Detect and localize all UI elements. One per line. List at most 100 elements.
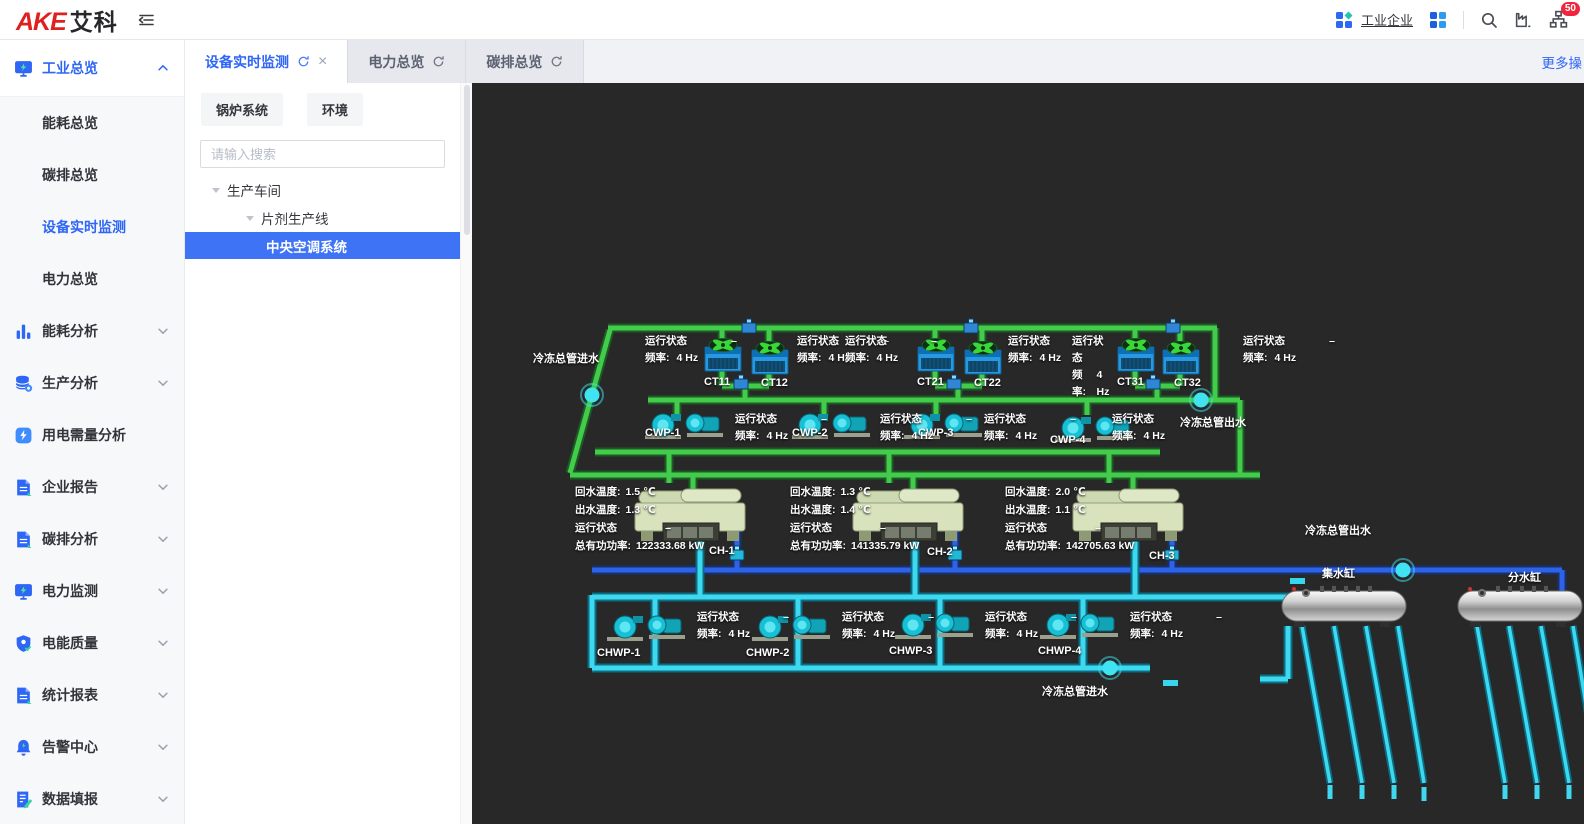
device-tree: 生产车间 片剂生产线 中央空调系统 (185, 176, 460, 259)
org-chart-icon[interactable]: 50 (1549, 2, 1580, 29)
sidebar-item-label: 告警中心 (42, 739, 98, 755)
monitor-icon (14, 582, 33, 601)
status-label: 运行状态 (985, 611, 1027, 623)
scada-canvas: CT11 CT12 CT21 CT22 CT31 CT32 运行状态 – 频率: 4… (472, 83, 1584, 824)
return-temp-label: 回水温度: (575, 486, 621, 498)
sidebar-item-label: 电力总览 (42, 271, 98, 287)
search-input[interactable] (200, 140, 445, 168)
refresh-icon[interactable] (432, 55, 445, 68)
close-tab-icon[interactable]: × (318, 53, 327, 70)
status-block-cwp2: 运行状态 – 频率: 4 Hz (880, 411, 972, 445)
pipe-label-outlet-green: 冷冻总管出水 (1180, 417, 1246, 429)
freq-value: 4 Hz (1143, 430, 1166, 442)
sidebar-item-industry-overview[interactable]: 工业总览 (0, 40, 184, 97)
tank-pipe-stubs (1327, 785, 1572, 801)
sidebar-item-power-demand-analysis[interactable]: 用电需量分析 (0, 409, 184, 461)
bell-icon (14, 738, 33, 757)
sidebar-item-energy-overview[interactable]: 能耗总览 (0, 97, 184, 149)
chevron-up-icon (156, 61, 170, 75)
sidebar-item-power-monitoring[interactable]: 电力监测 (0, 565, 184, 617)
factory-icon[interactable] (1514, 10, 1533, 29)
freq-label: 频率: (797, 352, 822, 364)
caret-down-icon (246, 215, 254, 221)
status-value: – (1071, 611, 1077, 623)
equipment-id: CT31 (1117, 376, 1144, 388)
tab-device-monitor[interactable]: 设备实时监测 × (185, 40, 349, 83)
equipment-id: CT21 (917, 376, 944, 388)
sidebar-item-production-analysis[interactable]: 生产分析 (0, 357, 184, 409)
document-icon (14, 686, 33, 705)
sidebar-item-statistical-reports[interactable]: 统计报表 (0, 669, 184, 721)
status-block-chwp1: 运行状态 – 频率: 4 Hz (697, 609, 789, 643)
status-label: 运行状态 (842, 611, 884, 623)
sidebar-item-power-overview[interactable]: 电力总览 (0, 253, 184, 305)
modules-grid-icon[interactable] (1429, 11, 1447, 29)
tab-label: 电力总览 (368, 53, 425, 70)
freq-label: 频率: (985, 628, 1010, 640)
chip-environment[interactable]: 环境 (307, 93, 364, 126)
freq-label: 频率: (1072, 369, 1086, 398)
status-label: 运行状态 (790, 522, 832, 534)
supply-temp-value: 1.3 ℃ (625, 504, 656, 516)
scrollbar-thumb[interactable] (463, 85, 470, 235)
sidebar-item-label: 能耗分析 (42, 323, 98, 339)
document-icon (14, 530, 33, 549)
sidebar-item-energy-analysis[interactable]: 能耗分析 (0, 305, 184, 357)
status-block-chwp4: 运行状态 – 频率: 4 Hz (1130, 609, 1222, 643)
cooling-tower-ct12[interactable]: CT12 (747, 336, 793, 389)
equipment-id: CHWP-1 (597, 647, 641, 659)
sidebar-item-label: 生产分析 (42, 375, 98, 391)
pipe-network (565, 318, 1584, 801)
chip-boiler-system[interactable]: 锅炉系统 (201, 93, 284, 126)
shield-icon (14, 634, 33, 653)
tree-node-tablet-line[interactable]: 片剂生产线 (185, 204, 460, 232)
sidebar-item-power-quality[interactable]: 电能质量 (0, 617, 184, 669)
sidebar-item-data-entry[interactable]: 数据填报 (0, 773, 184, 824)
sidebar-item-carbon-overview[interactable]: 碳排总览 (0, 149, 184, 201)
more-actions-link[interactable]: 更多操 (1542, 40, 1583, 83)
search-icon[interactable] (1480, 11, 1498, 29)
enterprise-link[interactable]: 工业企业 (1361, 10, 1413, 29)
distributor-tank[interactable] (1456, 583, 1584, 636)
sidebar-item-carbon-analysis[interactable]: 碳排分析 (0, 513, 184, 565)
return-temp-label: 回水温度: (790, 486, 836, 498)
power-value: 141335.79 kW (851, 540, 920, 552)
tab-carbon-overview[interactable]: 碳排总览 (466, 40, 585, 83)
cooling-tower-ct31[interactable]: CT31 (1113, 333, 1159, 388)
pipe-label-outlet-blue: 冷冻总管出水 (1305, 525, 1371, 537)
supply-temp-label: 出水温度: (790, 504, 836, 516)
cooling-tower-icon (1117, 338, 1155, 372)
tree-node-hvac-selected[interactable]: 中央空调系统 (185, 232, 460, 259)
tree-node-workshop[interactable]: 生产车间 (185, 176, 460, 204)
status-label: 运行状态 (1005, 522, 1047, 534)
freq-value: 4 Hz (876, 352, 899, 364)
return-temp-value: 1.3 ℃ (840, 486, 871, 498)
status-value: – (928, 611, 934, 623)
collector-tank[interactable] (1280, 583, 1408, 636)
status-value: – (1216, 611, 1222, 623)
freq-label: 频率: (880, 430, 905, 442)
status-value: – (931, 335, 937, 347)
refresh-icon[interactable] (297, 55, 310, 68)
sidebar-item-device-monitor[interactable]: 设备实时监测 (0, 201, 184, 253)
collapse-sidebar-icon[interactable] (136, 10, 156, 30)
tab-power-overview[interactable]: 电力总览 (348, 40, 467, 83)
sidebar-item-enterprise-report[interactable]: 企业报告 (0, 461, 184, 513)
status-block-chwp3: 运行状态 – 频率: 4 Hz (985, 609, 1077, 643)
pump-chwp-1[interactable]: CHWP-1 (597, 607, 689, 659)
refresh-icon[interactable] (550, 55, 563, 68)
cooling-tower-ct22[interactable]: CT22 (960, 336, 1006, 389)
sidebar-item-alarm-center[interactable]: 告警中心 (0, 721, 184, 773)
sidebar-item-label: 企业报告 (42, 479, 98, 495)
enterprise-apps-grid-icon[interactable] (1335, 11, 1353, 29)
sidebar-item-label: 工业总览 (42, 60, 98, 76)
scrollbar[interactable] (460, 83, 472, 824)
cooling-tower-icon (1162, 341, 1200, 375)
freq-value: 4 Hz (1016, 628, 1039, 640)
supply-temp-value: 1.4 ℃ (840, 504, 871, 516)
header-divider (1463, 10, 1464, 29)
cooling-tower-ct32[interactable]: CT32 (1158, 336, 1204, 389)
device-tree-panel: 锅炉系统 环境 生产车间 片剂生产线 中央空调系统 (185, 83, 460, 824)
pump-cwp-1[interactable]: CWP-1 (643, 405, 727, 448)
tank-pipes-outer (1298, 625, 1584, 784)
